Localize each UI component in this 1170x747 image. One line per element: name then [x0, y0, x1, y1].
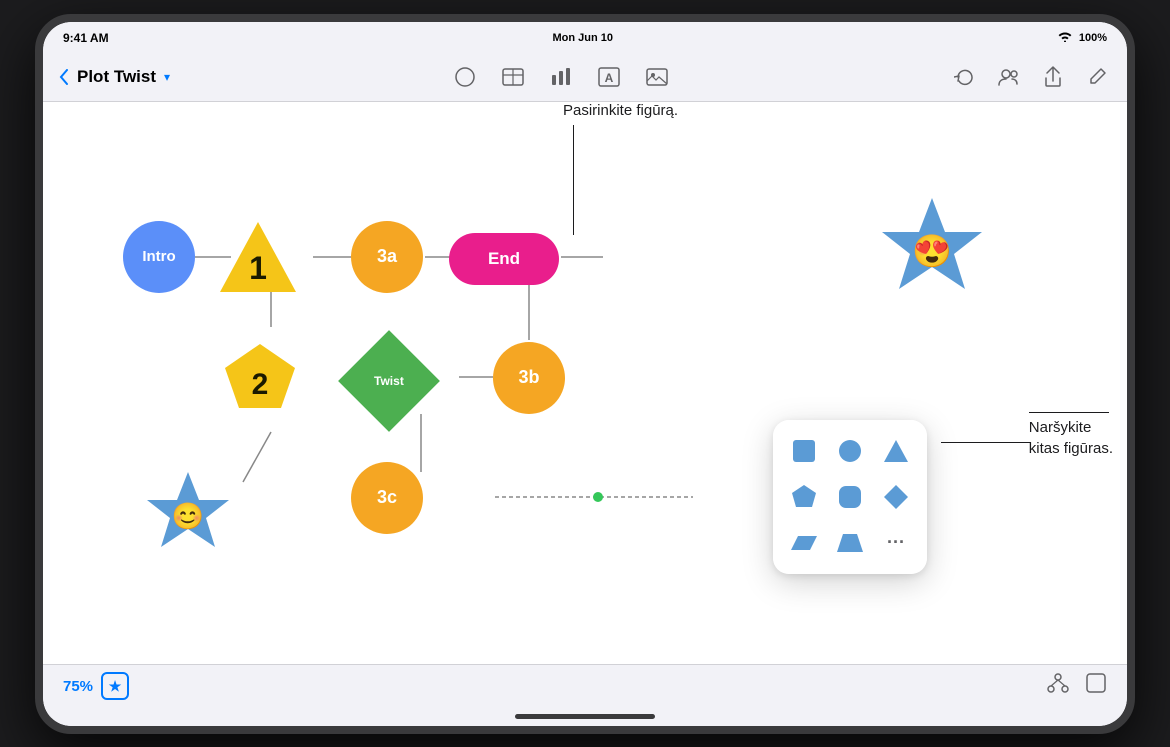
dropdown-arrow[interactable]: ▾	[164, 70, 170, 84]
shape-trapezoid-btn[interactable]	[831, 524, 869, 562]
side-button[interactable]	[35, 354, 37, 394]
shape-picker-popup: ···	[773, 420, 927, 574]
node-3c[interactable]: 3c	[351, 462, 423, 534]
svg-text:2: 2	[252, 368, 269, 401]
zoom-badge[interactable]: ★	[101, 672, 129, 700]
bottom-bar: 75% ★	[43, 664, 1127, 708]
diamond-shape-icon	[883, 484, 909, 510]
toolbar-right	[951, 63, 1111, 91]
more-label: ···	[887, 532, 905, 553]
home-bar	[515, 714, 655, 719]
svg-text:😍: 😍	[912, 233, 952, 269]
status-time: 9:41 AM	[63, 31, 109, 45]
annotation-top: Pasirinkite figūrą.	[563, 102, 1127, 235]
star-icon: ★	[109, 678, 122, 695]
node-3b[interactable]: 3b	[493, 342, 565, 414]
pentagon-svg: 2	[221, 340, 299, 418]
toolbar-center: A	[451, 63, 671, 91]
pentagon-shape-icon	[791, 484, 817, 510]
node-star-right[interactable]: 😍	[877, 192, 987, 302]
zoom-level: 75%	[63, 678, 93, 695]
status-icons: 100%	[1057, 30, 1107, 45]
toolbar-collaborate-tool[interactable]	[995, 63, 1023, 91]
arrange-icon[interactable]	[1047, 672, 1069, 700]
shape-roundedsquare-btn[interactable]	[831, 478, 869, 516]
node-2[interactable]: 2	[221, 340, 299, 418]
shape-more-btn[interactable]: ···	[877, 524, 915, 562]
annotation-right-text: Naršykite kitas figūras.	[1029, 417, 1113, 459]
doc-title: Plot Twist	[77, 67, 156, 87]
annotation-right: Naršykite kitas figūras.	[1029, 412, 1113, 459]
status-day: Mon Jun 10	[552, 32, 613, 44]
svg-text:A: A	[604, 71, 613, 85]
square-shape-icon	[791, 438, 817, 464]
toolbar-table-tool[interactable]	[499, 63, 527, 91]
twist-label: Twist	[374, 374, 404, 388]
svg-text:1: 1	[249, 250, 267, 286]
toolbar-left: Plot Twist ▾	[59, 67, 170, 87]
node-intro[interactable]: Intro	[123, 221, 195, 293]
connections-svg	[43, 102, 1127, 664]
annotation-top-text: Pasirinkite figūrą.	[563, 102, 678, 119]
toolbar-edit-tool[interactable]	[1083, 63, 1111, 91]
toolbar-shape-tool[interactable]	[451, 63, 479, 91]
star-left-svg: 😊	[143, 467, 233, 557]
node-star-left[interactable]: 😊	[143, 467, 233, 557]
node-twist[interactable]: Twist	[338, 330, 440, 432]
triangle-svg: 1	[218, 217, 298, 297]
svg-text:😊: 😊	[172, 501, 204, 531]
shape-diamond-btn[interactable]	[877, 478, 915, 516]
shape-circle-btn[interactable]	[831, 432, 869, 470]
rounded-square-shape-icon	[837, 484, 863, 510]
bottom-right-icons	[1047, 672, 1107, 700]
node-1[interactable]: 1	[218, 217, 298, 297]
battery-icon: 100%	[1079, 32, 1107, 44]
toolbar-media-tool[interactable]	[643, 63, 671, 91]
circle-shape-icon	[837, 438, 863, 464]
toolbar-text-tool[interactable]: A	[595, 63, 623, 91]
parallelogram-shape-icon	[791, 530, 817, 556]
annotation-line-right	[941, 442, 1031, 443]
view-icon[interactable]	[1085, 672, 1107, 700]
node-end[interactable]: End	[449, 233, 559, 285]
toolbar-share-tool[interactable]	[1039, 63, 1067, 91]
shape-square-btn[interactable]	[785, 432, 823, 470]
toolbar: Plot Twist ▾ A	[43, 54, 1127, 102]
back-button[interactable]	[59, 69, 69, 85]
ipad-frame: 9:41 AM Mon Jun 10 100% Plot Twist ▾	[35, 14, 1135, 734]
zoom-control: 75% ★	[63, 672, 129, 700]
shape-parallelogram-btn[interactable]	[785, 524, 823, 562]
shape-triangle-btn[interactable]	[877, 432, 915, 470]
status-bar: 9:41 AM Mon Jun 10 100%	[43, 22, 1127, 54]
toolbar-rotate-tool[interactable]	[951, 63, 979, 91]
toolbar-chart-tool[interactable]	[547, 63, 575, 91]
ipad-screen: 9:41 AM Mon Jun 10 100% Plot Twist ▾	[43, 22, 1127, 726]
main-canvas[interactable]: Pasirinkite figūrą.	[43, 102, 1127, 664]
triangle-shape-icon	[883, 438, 909, 464]
home-indicator	[43, 708, 1127, 726]
node-3a[interactable]: 3a	[351, 221, 423, 293]
star-right-svg: 😍	[877, 192, 987, 302]
trapezoid-shape-icon	[837, 530, 863, 556]
wifi-icon	[1057, 30, 1073, 45]
shape-pentagon-btn[interactable]	[785, 478, 823, 516]
